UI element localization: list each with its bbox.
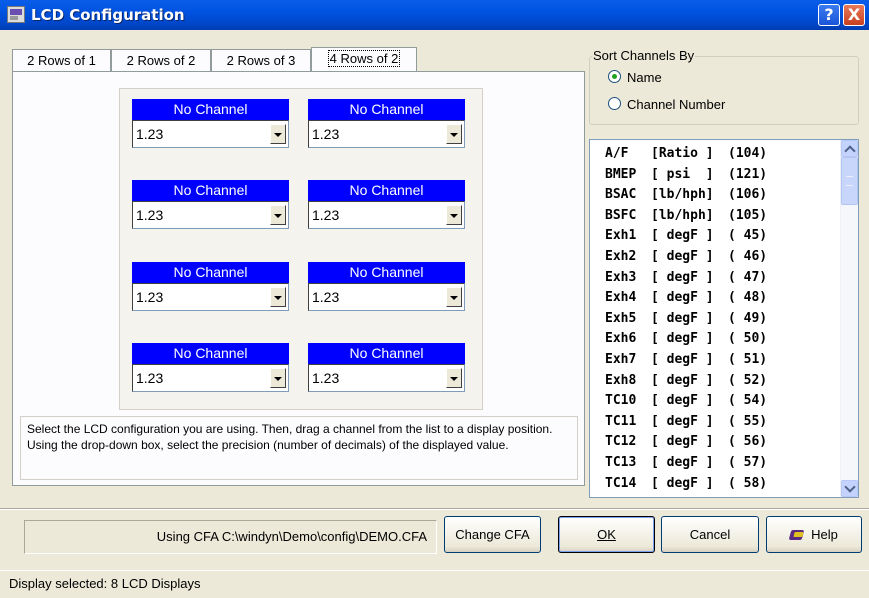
channel-list-item[interactable]: TC10[ degF ]( 54): [605, 391, 767, 411]
lcd-channel-header[interactable]: No Channel: [308, 343, 465, 364]
lcd-channel-header[interactable]: No Channel: [132, 262, 289, 283]
channel-list-item[interactable]: Exh6[ degF ]( 50): [605, 329, 767, 349]
ok-button[interactable]: OK: [558, 516, 655, 553]
scroll-up-arrow-icon[interactable]: [841, 140, 858, 157]
channel-list-item[interactable]: Exh2[ degF ]( 46): [605, 247, 767, 267]
channel-list-item[interactable]: Exh8[ degF ]( 52): [605, 371, 767, 391]
channel-list-item[interactable]: Exh4[ degF ]( 48): [605, 288, 767, 308]
precision-dropdown[interactable]: 1.23: [308, 283, 465, 311]
tab-2-rows-of-1[interactable]: 2 Rows of 1: [12, 49, 111, 71]
lcd-cell[interactable]: No Channel 1.23: [132, 180, 289, 229]
change-cfa-button[interactable]: Change CFA: [444, 516, 541, 553]
channel-list-item[interactable]: BMEP[ psi ] (121): [605, 165, 767, 185]
window-title: LCD Configuration: [31, 6, 185, 24]
channel-list-item[interactable]: BSAC [lb/hph] (106): [605, 185, 767, 205]
radio-selected-icon[interactable]: [608, 70, 621, 83]
channel-list[interactable]: A/F [Ratio ] (104) BMEP[ psi ] (121) BSAC [lb/…: [589, 139, 859, 498]
channel-list-item[interactable]: BSFC [lb/hph] (105): [605, 206, 767, 226]
lcd-cell[interactable]: No Channel 1.23: [132, 99, 289, 148]
lcd-channel-header[interactable]: No Channel: [308, 99, 465, 120]
sort-channels-group: Sort Channels By Name Channel Number: [589, 48, 859, 125]
sort-by-number-radio[interactable]: Channel Number: [608, 97, 725, 112]
tab-4-rows-of-2[interactable]: 4 Rows of 2: [311, 47, 417, 72]
lcd-grid: No Channel 1.23 No Channel 1.23 No Chann…: [119, 88, 483, 410]
radio-unselected-icon[interactable]: [608, 97, 621, 110]
dropdown-arrow-icon[interactable]: [446, 368, 462, 388]
title-help-button[interactable]: ?: [818, 4, 840, 26]
channel-list-item[interactable]: TC11[ degF ]( 55): [605, 412, 767, 432]
dropdown-arrow-icon[interactable]: [270, 287, 286, 307]
sort-group-legend: Sort Channels By: [592, 48, 696, 63]
instructions-text: Select the LCD configuration you are usi…: [20, 416, 578, 480]
status-text: Display selected: 8 LCD Displays: [9, 576, 201, 591]
lcd-cell[interactable]: No Channel 1.23: [132, 343, 289, 392]
lcd-channel-header[interactable]: No Channel: [308, 262, 465, 283]
title-bar[interactable]: LCD Configuration ? X: [0, 0, 869, 30]
lcd-channel-header[interactable]: No Channel: [132, 343, 289, 364]
lcd-cell[interactable]: No Channel 1.23: [132, 262, 289, 311]
precision-dropdown[interactable]: 1.23: [132, 364, 289, 392]
precision-dropdown[interactable]: 1.23: [308, 201, 465, 229]
channel-list-scrollbar[interactable]: [840, 140, 858, 497]
dropdown-arrow-icon[interactable]: [270, 124, 286, 144]
precision-dropdown[interactable]: 1.23: [132, 201, 289, 229]
dropdown-arrow-icon[interactable]: [270, 205, 286, 225]
cancel-button[interactable]: Cancel: [661, 516, 759, 553]
precision-dropdown[interactable]: 1.23: [132, 283, 289, 311]
status-bar: Display selected: 8 LCD Displays: [0, 570, 869, 598]
channel-list-item[interactable]: TC13[ degF ]( 57): [605, 453, 767, 473]
footer-separator: [0, 508, 869, 510]
help-book-icon: [790, 529, 806, 541]
lcd-channel-header[interactable]: No Channel: [132, 99, 289, 120]
channel-list-item[interactable]: A/F [Ratio ] (104): [605, 144, 767, 164]
sort-by-name-radio[interactable]: Name: [608, 70, 662, 85]
help-button[interactable]: Help: [766, 516, 862, 553]
dropdown-arrow-icon[interactable]: [446, 124, 462, 144]
dropdown-arrow-icon[interactable]: [446, 205, 462, 225]
lcd-cell[interactable]: No Channel 1.23: [308, 180, 465, 229]
tab-2-rows-of-3[interactable]: 2 Rows of 3: [211, 49, 311, 71]
lcd-cell[interactable]: No Channel 1.23: [308, 99, 465, 148]
channel-list-item[interactable]: Exh1[ degF ]( 45): [605, 226, 767, 246]
scroll-thumb[interactable]: [841, 157, 858, 205]
channel-list-item[interactable]: TC14[ degF ]( 58): [605, 474, 767, 494]
lcd-cell[interactable]: No Channel 1.23: [308, 262, 465, 311]
lcd-channel-header[interactable]: No Channel: [308, 180, 465, 201]
dropdown-arrow-icon[interactable]: [446, 287, 462, 307]
precision-dropdown[interactable]: 1.23: [308, 364, 465, 392]
tab-panel: No Channel 1.23 No Channel 1.23 No Chann…: [12, 71, 585, 486]
dropdown-arrow-icon[interactable]: [270, 368, 286, 388]
precision-dropdown[interactable]: 1.23: [308, 120, 465, 148]
lcd-app-icon: [7, 6, 25, 23]
precision-dropdown[interactable]: 1.23: [132, 120, 289, 148]
channel-list-item[interactable]: TC12[ degF ]( 56): [605, 432, 767, 452]
channel-list-item[interactable]: Exh7[ degF ]( 51): [605, 350, 767, 370]
channel-list-item[interactable]: Exh3[ degF ]( 47): [605, 268, 767, 288]
cfa-path-label: Using CFA C:\windyn\Demo\config\DEMO.CFA: [24, 520, 437, 554]
lcd-cell[interactable]: No Channel 1.23: [308, 343, 465, 392]
channel-list-item[interactable]: Exh5[ degF ]( 49): [605, 309, 767, 329]
tab-2-rows-of-2[interactable]: 2 Rows of 2: [111, 49, 211, 71]
lcd-channel-header[interactable]: No Channel: [132, 180, 289, 201]
close-button[interactable]: X: [843, 4, 865, 26]
scroll-down-arrow-icon[interactable]: [841, 480, 858, 497]
